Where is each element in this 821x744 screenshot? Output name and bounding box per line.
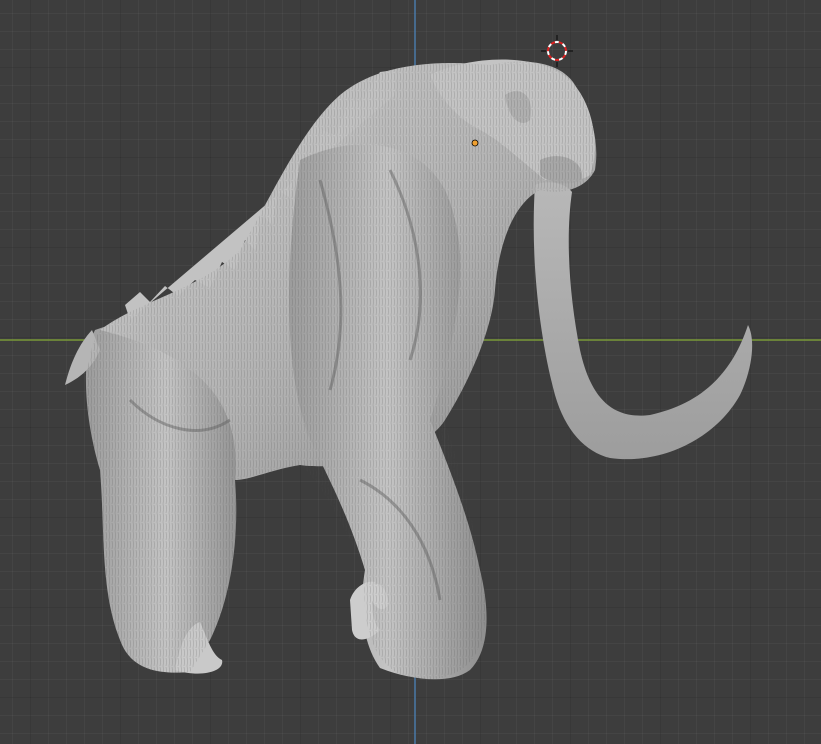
mammoth-model[interactable] [65, 59, 753, 680]
fur-texture [86, 61, 597, 680]
3d-cursor-icon[interactable] [541, 35, 573, 67]
3d-viewport[interactable] [0, 0, 821, 744]
tusk [533, 182, 753, 460]
object-origin-icon[interactable] [471, 139, 479, 147]
viewport-canvas[interactable] [0, 0, 821, 744]
